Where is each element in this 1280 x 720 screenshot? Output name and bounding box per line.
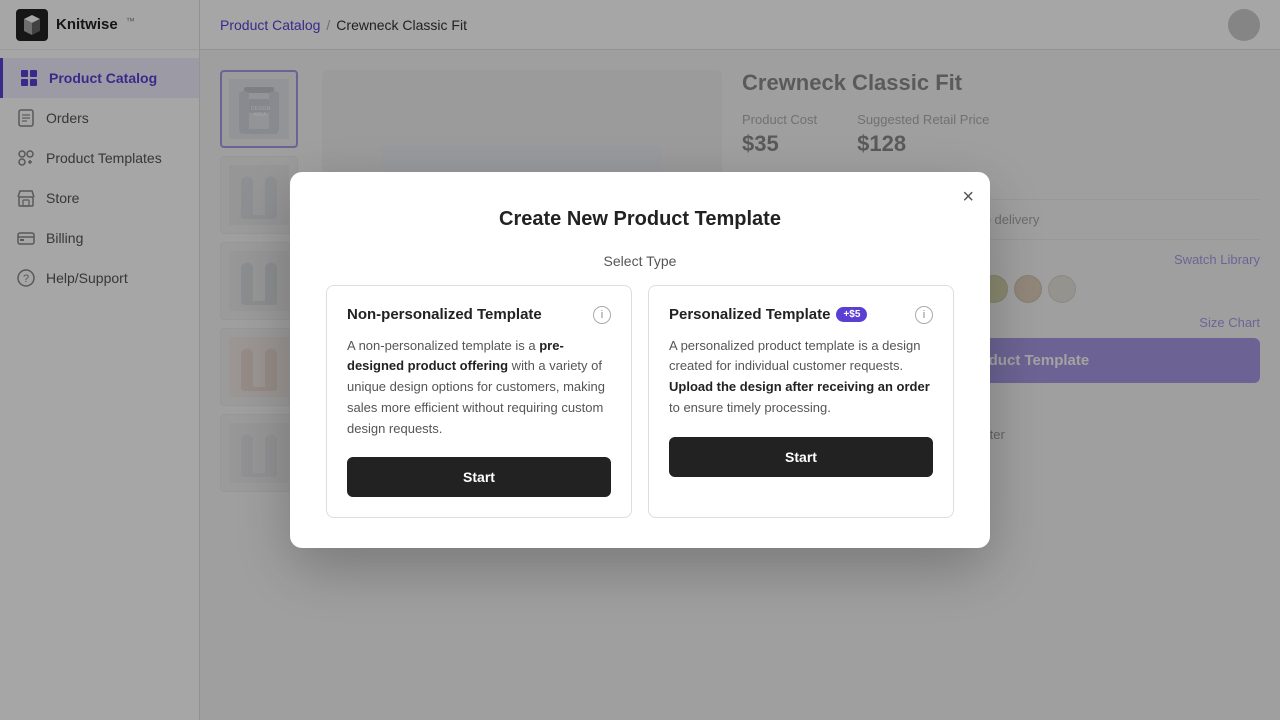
modal-overlay[interactable]: × Create New Product Template Select Typ… (0, 0, 1280, 720)
personalized-desc-bold: Upload the design after receiving an ord… (669, 379, 930, 394)
modal-select-type-label: Select Type (326, 253, 954, 269)
personalized-description: A personalized product template is a des… (669, 336, 933, 419)
personalized-card: Personalized Template +$5 i A personaliz… (648, 285, 954, 519)
non-personalized-info-icon[interactable]: i (593, 306, 611, 324)
create-template-modal: × Create New Product Template Select Typ… (290, 172, 990, 549)
modal-close-button[interactable]: × (962, 186, 974, 209)
non-personalized-desc-part1: A non-personalized template is a (347, 338, 539, 353)
personalized-header: Personalized Template +$5 i (669, 306, 933, 324)
modal-cards: Non-personalized Template i A non-person… (326, 285, 954, 519)
non-personalized-header: Non-personalized Template i (347, 306, 611, 324)
personalized-desc-part1: A personalized product template is a des… (669, 338, 921, 374)
personalized-start-button[interactable]: Start (669, 437, 933, 477)
personalized-title: Personalized Template (669, 306, 830, 323)
personalized-info-icon[interactable]: i (915, 306, 933, 324)
modal-title: Create New Product Template (326, 208, 954, 231)
personalized-desc-part2: to ensure timely processing. (669, 400, 831, 415)
non-personalized-title: Non-personalized Template (347, 306, 542, 323)
personalized-title-group: Personalized Template +$5 (669, 306, 867, 323)
personalized-badge: +$5 (836, 307, 867, 322)
non-personalized-start-button[interactable]: Start (347, 457, 611, 497)
non-personalized-description: A non-personalized template is a pre-des… (347, 336, 611, 440)
non-personalized-card: Non-personalized Template i A non-person… (326, 285, 632, 519)
